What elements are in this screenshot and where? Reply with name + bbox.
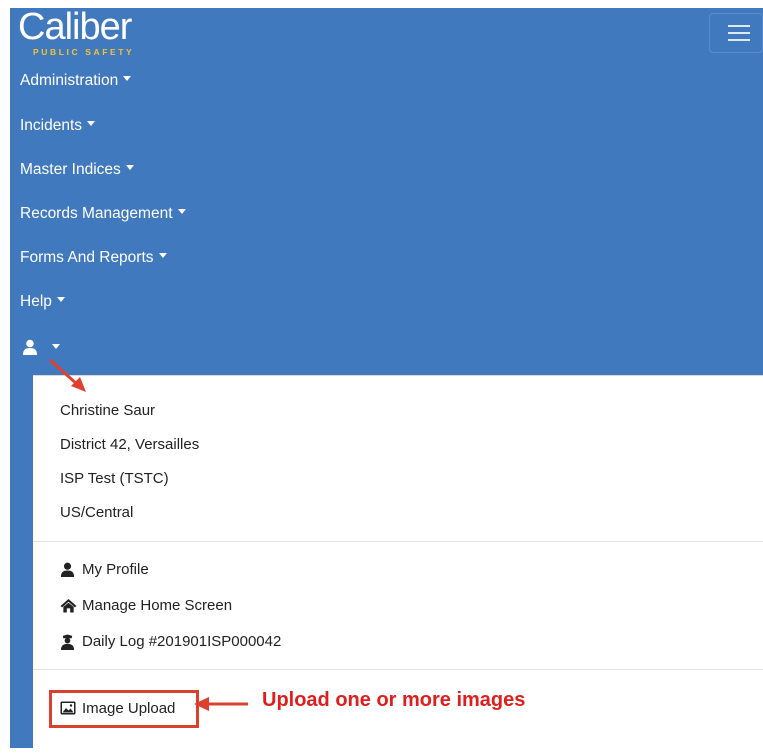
pointer-arrow-line [49,358,79,387]
annotation-arrows [49,358,248,711]
annotation-arrow-head [194,697,209,711]
